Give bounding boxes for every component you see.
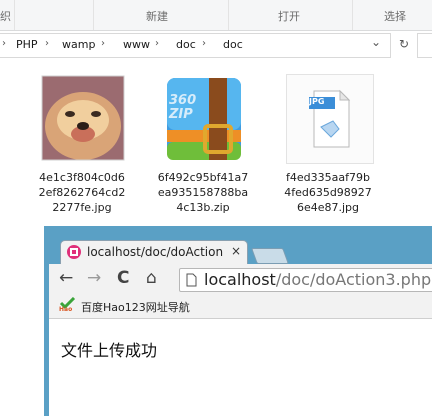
tab-title: localhost/doc/doAction — [87, 245, 224, 259]
breadcrumb[interactable]: › PHP › wamp › www › doc › doc ⌄ — [0, 33, 391, 58]
browser-tab[interactable]: localhost/doc/doAction × — [60, 240, 248, 265]
chevron-right-icon[interactable]: › — [155, 38, 159, 49]
url-text[interactable]: localhost/doc/doAction3.php — [204, 270, 431, 289]
chevron-right-icon[interactable]: › — [2, 38, 6, 49]
browser-window: localhost/doc/doAction × ← → C ⌂ localho… — [44, 226, 432, 419]
back-button[interactable]: ← — [59, 268, 73, 288]
image-thumbnail — [40, 74, 126, 162]
jpg-document-icon — [286, 74, 374, 164]
chevron-right-icon[interactable]: › — [101, 38, 105, 49]
chevron-right-icon[interactable]: › — [202, 38, 206, 49]
home-button[interactable]: ⌂ — [146, 268, 157, 288]
breadcrumb-item[interactable]: doc — [223, 38, 243, 51]
ribbon-divider — [228, 0, 229, 30]
upload-success-message: 文件上传成功 — [61, 341, 158, 360]
search-box[interactable] — [417, 33, 432, 58]
file-item[interactable]: 360 ZIP 6f492c95bf41a7 ea935158788ba 4c1… — [155, 72, 251, 222]
bookmark-label[interactable]: 百度Hao123网址导航 — [81, 299, 190, 315]
bookmark-icon-text: Hao — [59, 306, 73, 313]
chevron-right-icon[interactable]: › — [45, 38, 49, 49]
ribbon-divider — [352, 0, 353, 30]
breadcrumb-item[interactable]: doc — [176, 38, 196, 51]
breadcrumb-item[interactable]: www — [123, 38, 150, 51]
file-item[interactable]: JPG f4ed335aaf79b 4fed635d98927 6e4e87.j… — [280, 72, 376, 222]
zip-badge-text: 360 ZIP — [169, 93, 197, 122]
page-info-icon[interactable] — [186, 273, 197, 287]
browser-toolbar: ← → C ⌂ localhost/doc/doAction3.php — [49, 264, 432, 294]
breadcrumb-item[interactable]: wamp — [62, 38, 95, 51]
file-name: 4e1c3f804c0d6 2ef8262764cd2 2277fe.jpg — [38, 171, 126, 214]
tab-close-icon[interactable]: × — [231, 244, 241, 258]
page-content: 文件上传成功 — [49, 319, 432, 419]
ribbon-group-select[interactable]: 选择 — [384, 8, 406, 24]
file-name: 6f492c95bf41a7 ea935158788ba 4c13b.zip — [157, 171, 249, 214]
ribbon-group-open[interactable]: 打开 — [278, 8, 300, 24]
new-tab-button[interactable] — [251, 248, 289, 264]
site-favicon-icon — [67, 245, 81, 259]
bookmarks-bar: Hao 百度Hao123网址导航 — [49, 294, 432, 319]
refresh-icon[interactable]: ↻ — [394, 34, 414, 55]
address-bar[interactable]: › PHP › wamp › www › doc › doc ⌄ ↻ — [0, 33, 432, 58]
ribbon-group-organize[interactable]: 织 — [0, 8, 11, 24]
file-item[interactable]: 4e1c3f804c0d6 2ef8262764cd2 2277fe.jpg — [34, 72, 130, 222]
tab-strip: localhost/doc/doAction × — [44, 226, 432, 265]
url-bar[interactable]: localhost/doc/doAction3.php — [179, 268, 432, 292]
jpg-badge-text: JPG — [309, 97, 325, 106]
breadcrumb-item[interactable]: PHP — [16, 38, 38, 51]
forward-button[interactable]: → — [87, 268, 101, 288]
file-name: f4ed335aaf79b 4fed635d98927 6e4e87.jpg — [284, 171, 372, 214]
ribbon-group-new[interactable]: 新建 — [146, 8, 168, 24]
reload-button[interactable]: C — [117, 268, 129, 288]
ribbon-divider — [93, 0, 94, 30]
ribbon-divider — [14, 0, 15, 30]
address-dropdown-icon[interactable]: ⌄ — [366, 32, 386, 53]
explorer-ribbon: 织 新建 打开 选择 — [0, 0, 432, 31]
